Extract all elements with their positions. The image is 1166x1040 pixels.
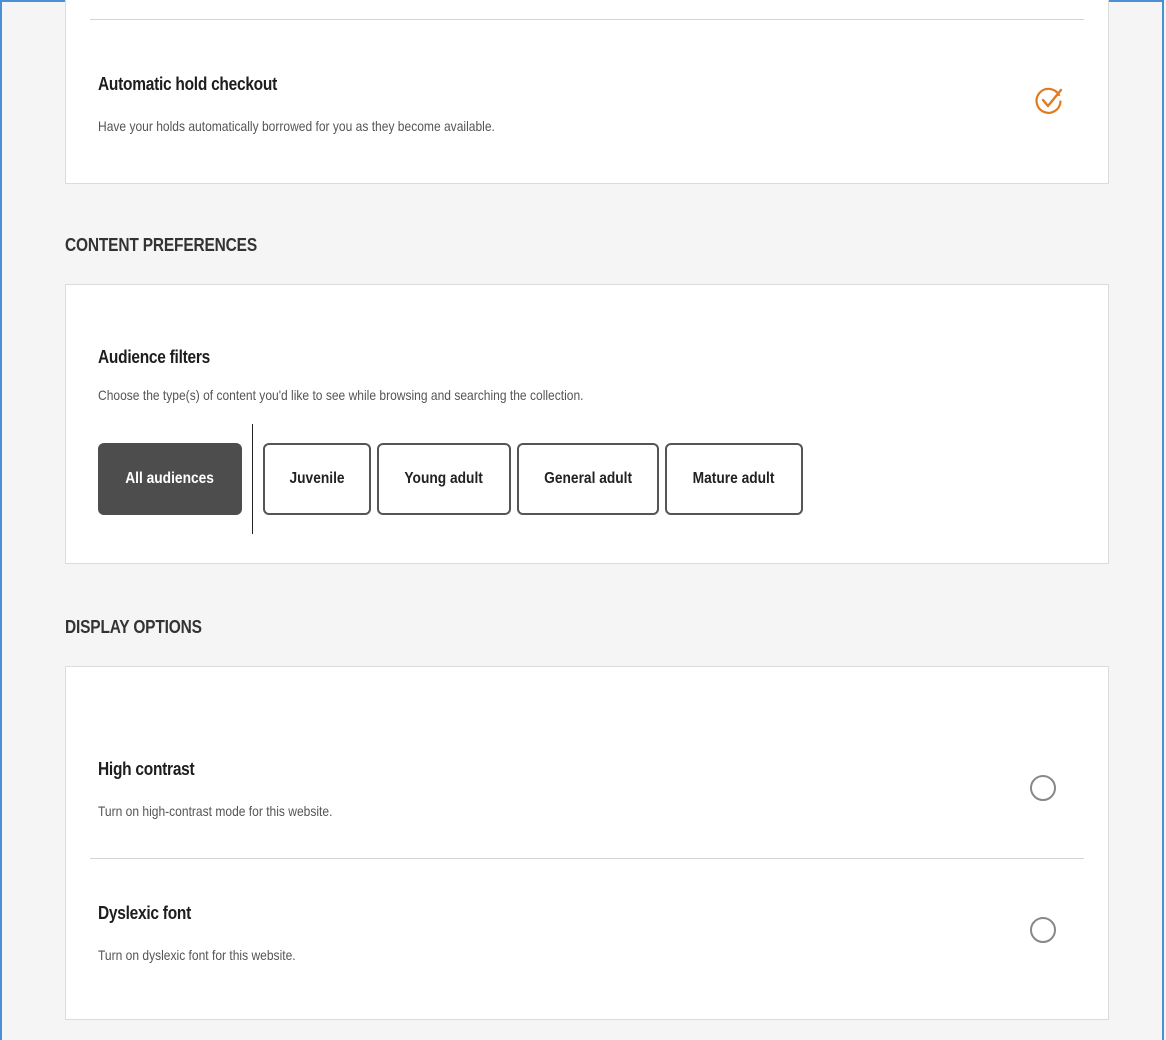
chip-all-audiences[interactable]: All audiences <box>98 443 242 515</box>
display-options-heading: DISPLAY OPTIONS <box>65 617 202 637</box>
settings-viewport: Automatic hold checkout Have your holds … <box>0 0 1164 1040</box>
chip-young-adult[interactable]: Young adult <box>377 443 511 515</box>
divider <box>90 19 1084 20</box>
auto-hold-description: Have your holds automatically borrowed f… <box>98 118 495 134</box>
audience-filters-description: Choose the type(s) of content you'd like… <box>98 387 584 403</box>
chip-label: Young adult <box>404 470 484 487</box>
high-contrast-toggle[interactable] <box>1030 775 1056 801</box>
chip-separator <box>252 424 253 534</box>
chip-label: Mature adult <box>693 470 775 487</box>
auto-hold-title: Automatic hold checkout <box>98 74 277 94</box>
chip-general-adult[interactable]: General adult <box>517 443 659 515</box>
content-preferences-heading: CONTENT PREFERENCES <box>65 235 257 255</box>
dyslexic-font-title: Dyslexic font <box>98 903 192 923</box>
display-options-card: High contrast Turn on high-contrast mode… <box>65 666 1109 1020</box>
check-circle-icon <box>1035 87 1063 114</box>
lending-card: Automatic hold checkout Have your holds … <box>65 0 1109 184</box>
audience-filters-card: Audience filters Choose the type(s) of c… <box>65 284 1109 564</box>
audience-filters-title: Audience filters <box>98 347 211 367</box>
audience-filter-group: All audiences Juvenile Young adult Gener… <box>98 424 809 534</box>
divider <box>90 858 1084 859</box>
chip-label: Juvenile <box>289 470 345 487</box>
dyslexic-font-toggle[interactable] <box>1030 917 1056 943</box>
high-contrast-description: Turn on high-contrast mode for this webs… <box>98 803 333 819</box>
chip-juvenile[interactable]: Juvenile <box>263 443 371 515</box>
chip-mature-adult[interactable]: Mature adult <box>665 443 803 515</box>
chip-label: All audiences <box>125 470 215 487</box>
high-contrast-title: High contrast <box>98 759 195 779</box>
chip-label: General adult <box>544 470 632 487</box>
auto-hold-toggle[interactable] <box>1034 86 1064 116</box>
dyslexic-font-description: Turn on dyslexic font for this website. <box>98 947 296 963</box>
